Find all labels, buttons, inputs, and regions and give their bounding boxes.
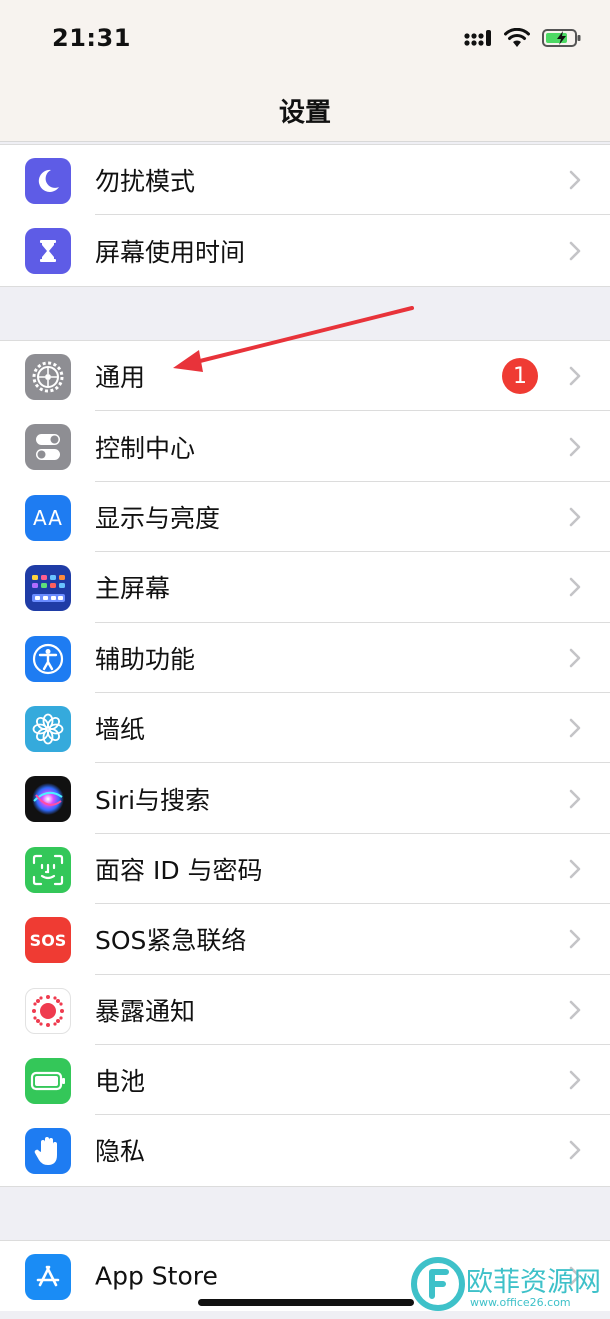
home-indicator (198, 1299, 414, 1306)
watermark-name: 欧菲资源网 (466, 1267, 601, 1298)
watermark-logo-icon (411, 1257, 465, 1311)
watermark: 欧菲资源网 www.office26.com (408, 1250, 610, 1319)
watermark-url: www.office26.com (470, 1296, 571, 1309)
annotation-arrow (173, 306, 414, 372)
